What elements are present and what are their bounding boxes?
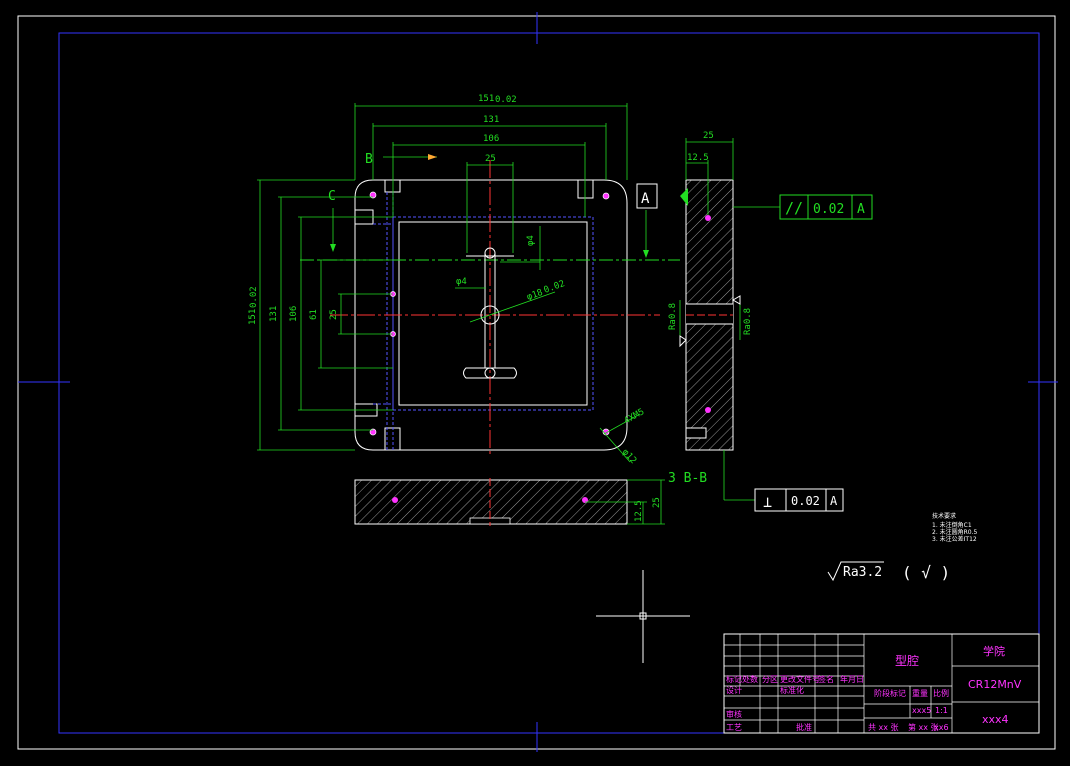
parallel-datum: A	[857, 202, 865, 217]
tb-count: 处数	[742, 674, 758, 684]
dim-top-106: 106	[483, 134, 499, 144]
side-ra-left: Ra0.8	[668, 303, 678, 330]
dim-left-151: 151	[248, 309, 258, 325]
tb-review: 审核	[726, 709, 742, 719]
tb-sheet-no-val: xx6	[934, 723, 949, 732]
tb-process: 工艺	[726, 723, 742, 732]
tb-sheets: 共 xx 张	[868, 723, 899, 732]
tb-date: 年月日	[840, 674, 864, 684]
parallel-value: 0.02	[813, 202, 844, 217]
dim-left-25: 25	[329, 309, 339, 320]
notes-title: 技术要求	[932, 512, 956, 520]
tb-std: 标准化	[780, 685, 804, 695]
crosshair-cursor	[596, 570, 690, 663]
dim-left-151-tol: 0.02	[249, 286, 259, 308]
bottom-section-view: 25 12.5 3 B-B	[354, 471, 707, 526]
tb-material: CR12MnV	[968, 678, 1022, 691]
tb-approve: 批准	[796, 722, 812, 732]
tb-zone: 分区	[762, 675, 778, 684]
side-dim-25: 25	[703, 131, 714, 141]
tb-stage: 阶段标记	[874, 688, 906, 698]
parallel-tolerance-frame: // 0.02 A	[779, 194, 873, 220]
perpendicular-tolerance-frame: ⊥ 0.02 A	[754, 488, 844, 512]
section-bb-label: 3 B-B	[668, 471, 707, 486]
dim-dia18-tol: 0.02	[543, 279, 567, 296]
surface-ra: Ra3.2	[843, 565, 882, 580]
side-dim-12-5: 12.5	[687, 153, 709, 163]
dim-top-25: 25	[485, 154, 496, 164]
tb-scale-val: 1:1	[935, 706, 948, 715]
title-block: 标记 处数 分区 更改文件号 签名 年月日 设计 标准化 审核 工艺 批准 阶段…	[723, 633, 1040, 734]
notes-line-1: 1. 未注倒角C1	[932, 521, 972, 529]
surface-finish: Ra3.2 ( √ )	[827, 561, 950, 582]
dim-dia4-b: φ4	[526, 235, 536, 246]
notes-line-2: 2. 未注圆角R0.5	[932, 528, 978, 536]
dim-top-151-tol: 0.02	[495, 95, 517, 105]
tb-school: 学院	[983, 644, 1005, 658]
side-view: 25 12.5 Ra0.8 Ra0.8	[668, 131, 780, 501]
inner-border	[58, 32, 1040, 734]
perpendicular-value: 0.02	[791, 494, 820, 508]
cad-drawing: 151 0.02 131 106 25 151 0.02 131 106 61 …	[17, 12, 1058, 752]
surface-paren: ( √ )	[902, 563, 950, 582]
tb-weight-val: xxx5	[912, 706, 931, 715]
dim-top-131: 131	[483, 115, 499, 125]
dim-thread: 4XM5	[623, 407, 647, 427]
bottom-dim-25: 25	[652, 497, 662, 508]
tb-scale: 比例	[933, 688, 949, 698]
plan-view: 151 0.02 131 106 25 151 0.02 131 106 61 …	[248, 94, 680, 466]
side-ra-right: Ra0.8	[743, 308, 753, 335]
dim-dia12: φ12	[620, 447, 638, 466]
dim-dia4-a: φ4	[456, 277, 467, 287]
perpendicular-datum: A	[830, 494, 838, 508]
tb-change-doc: 更改文件号	[780, 674, 820, 684]
tb-sign: 签名	[818, 674, 834, 684]
tb-drawing-no: xxx4	[982, 713, 1009, 726]
dim-left-61: 61	[309, 309, 319, 320]
tb-mark: 标记	[726, 674, 742, 684]
tb-part-name: 型腔	[895, 653, 919, 668]
section-marker-c: C	[328, 189, 336, 204]
dim-left-131: 131	[269, 306, 279, 322]
tb-design: 设计	[726, 685, 742, 695]
dim-left-106: 106	[289, 306, 299, 322]
notes-line-3: 3. 未注公差IT12	[932, 535, 977, 543]
section-marker-b: B	[365, 152, 373, 167]
tb-weight: 重量	[912, 688, 928, 698]
technical-notes: 技术要求 1. 未注倒角C1 2. 未注圆角R0.5 3. 未注公差IT12	[932, 512, 978, 543]
center-marks	[18, 12, 1058, 752]
dim-top-151: 151	[478, 94, 494, 104]
parallel-symbol: //	[785, 199, 803, 217]
perpendicular-symbol: ⊥	[763, 493, 772, 511]
dim-dia18: φ18	[526, 288, 545, 303]
datum-a-label: A	[641, 191, 650, 207]
bottom-dim-12-5: 12.5	[634, 500, 644, 522]
